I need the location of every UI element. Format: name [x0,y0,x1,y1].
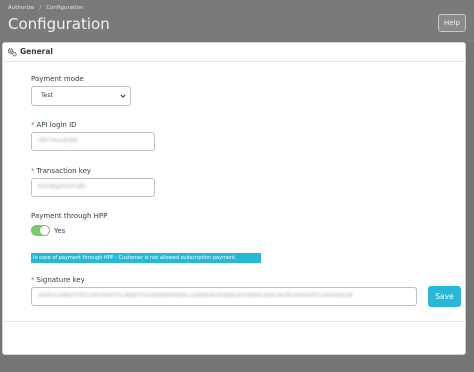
page-header: Authorize / Configuration Configuration He… [0,0,474,42]
api-login-id-input[interactable]: 7NYT4xmJEWB [31,132,155,151]
payment-through-hpp-toggle[interactable] [31,225,50,236]
payment-mode-label: Payment mode [31,75,84,83]
required-marker: * [31,121,35,129]
signature-key-label: * Signature key [31,276,85,284]
hpp-info-note: In case of payment through HPP - Custome… [31,253,261,263]
cogs-icon [7,48,17,57]
page-title: Configuration [8,15,110,33]
help-button[interactable]: Help [438,14,466,32]
breadcrumb-separator: / [39,5,42,11]
payment-mode-select[interactable]: Test [31,86,131,106]
payment-through-hpp-label: Payment through HPP [31,212,108,220]
required-marker: * [31,167,35,175]
transaction-key-label: * Transaction key [31,167,92,175]
api-login-id-value: 7NYT4xmJEWB [38,138,78,144]
general-settings-panel: General Payment mode Test * API login ID … [2,42,466,355]
panel-footer [3,321,465,354]
save-button[interactable]: Save [428,286,461,307]
toggle-knob [40,226,49,235]
required-marker: * [31,276,35,284]
breadcrumb: Authorize / Configuration [8,5,84,11]
panel-title: General [20,47,53,56]
toggle-state-label: Yes [54,227,66,235]
signature-key-input[interactable]: 2A3F1C44B97CFE23D07E97F3C2B6877A1E48B49F… [31,287,417,306]
breadcrumb-item-module[interactable]: Authorize [8,5,34,11]
transaction-key-input[interactable]: 6A29Bg6HfDTvB5 [31,178,155,197]
breadcrumb-item-configuration[interactable]: Configuration [46,5,83,11]
panel-header: General [3,43,465,62]
chevron-down-icon [120,94,126,98]
signature-key-value: 2A3F1C44B97CFE23D07E97F3C2B6877A1E48B49F… [38,293,353,299]
api-login-id-label: * API login ID [31,121,77,129]
payment-mode-value: Test [41,92,53,99]
transaction-key-value: 6A29Bg6HfDTvB5 [38,184,86,190]
